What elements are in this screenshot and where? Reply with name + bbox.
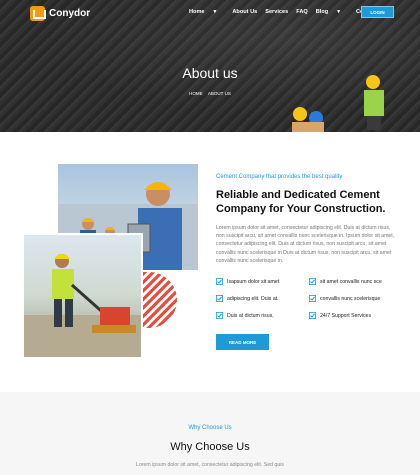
check-icon xyxy=(309,278,316,285)
nav-item-about[interactable]: About Us xyxy=(232,9,257,15)
hero-banner: Conydor Home ▾ About Us Services FAQ Blog… xyxy=(0,0,420,132)
page-title: About us xyxy=(182,65,238,81)
brand-logo[interactable]: Conydor xyxy=(30,6,90,21)
nav-item-blog[interactable]: Blog ▾ xyxy=(316,9,348,15)
nav-item-services[interactable]: Services xyxy=(265,9,288,15)
why-paragraph: Lorem ipsum dolor sit amet, consectetur … xyxy=(136,462,284,468)
worker-figure xyxy=(292,107,324,132)
feature-item: sit amet convallis nunc sce xyxy=(309,278,382,285)
decorative-stripes xyxy=(143,272,177,328)
logo-icon xyxy=(30,6,46,21)
nav-item-home[interactable]: Home ▾ xyxy=(189,9,224,15)
check-icon xyxy=(216,312,223,319)
why-title: Why Choose Us xyxy=(170,441,250,453)
read-more-button[interactable]: READ MORE xyxy=(216,334,269,350)
feature-item: 24/7 Support Services xyxy=(309,312,371,319)
check-icon xyxy=(216,278,223,285)
nav-item-faq[interactable]: FAQ xyxy=(296,9,308,15)
feature-item: Isapsum dolor sit amet xyxy=(216,278,279,285)
section-paragraph: Lorem ipsum dolor sit amet, consectetur … xyxy=(216,225,395,264)
chevron-down-icon: ▾ xyxy=(213,9,217,15)
nav-menu: Home▾ About Us Services FAQ Blog▾ Contac… xyxy=(189,9,385,15)
feature-item: Duis at dictum risus, xyxy=(216,312,274,319)
feature-item: convallis nunc scelerisque xyxy=(309,295,380,302)
section-heading: Reliable and Dedicated Cement Company fo… xyxy=(216,189,386,215)
breadcrumb: HOME ABOUT US xyxy=(0,91,420,96)
login-button[interactable]: LOGIN xyxy=(361,6,394,18)
breadcrumb-home[interactable]: HOME xyxy=(189,91,203,96)
brand-name: Conydor xyxy=(49,8,91,19)
check-icon xyxy=(216,295,223,302)
top-navbar: Conydor Home ▾ About Us Services FAQ Blog… xyxy=(0,0,420,26)
why-subtitle: Why Choose Us xyxy=(188,425,232,431)
check-icon xyxy=(309,295,316,302)
breadcrumb-current: ABOUT US xyxy=(207,91,231,96)
worker-compactor-photo xyxy=(22,233,143,359)
check-icon xyxy=(309,312,316,319)
section-subtitle: Cement Company that provides the best qu… xyxy=(216,174,343,180)
feature-item: adipiscing elit. Duis at. xyxy=(216,295,279,302)
chevron-down-icon: ▾ xyxy=(337,9,340,15)
